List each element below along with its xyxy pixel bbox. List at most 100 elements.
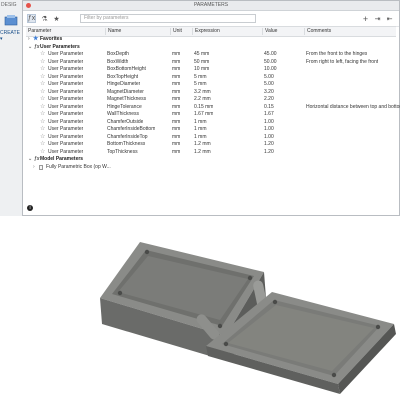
column-parameter[interactable]: Parameter bbox=[26, 28, 51, 35]
favorites-star-icon[interactable]: ★ bbox=[52, 14, 61, 23]
parameter-expression-cell[interactable]: 0.15 mm bbox=[194, 104, 213, 112]
favorite-star-icon[interactable]: ☆ bbox=[40, 134, 45, 142]
table-row[interactable]: ☆ User Parameter MagnetThickness mm 2.2 mm 2.… bbox=[26, 96, 396, 104]
parameter-expression-cell[interactable]: 3.2 mm bbox=[194, 89, 211, 97]
parameter-unit-cell[interactable]: mm bbox=[172, 59, 180, 67]
favorite-star-icon[interactable]: ☆ bbox=[40, 141, 45, 149]
parameter-expression-cell[interactable]: 5 mm bbox=[194, 74, 207, 82]
parameter-expression-cell[interactable]: 50 mm bbox=[194, 59, 209, 67]
create-sketch-icon[interactable] bbox=[4, 14, 18, 26]
column-value[interactable]: Value bbox=[262, 28, 277, 35]
parameter-name-cell[interactable]: BottomThickness bbox=[107, 141, 145, 149]
parameter-name-cell[interactable]: TopThickness bbox=[107, 149, 138, 157]
parameter-unit-cell[interactable]: mm bbox=[172, 111, 180, 119]
parameter-expression-cell[interactable]: 1 mm bbox=[194, 119, 207, 127]
model-viewport[interactable] bbox=[0, 216, 400, 400]
table-row[interactable]: ☆ User Parameter MagnetDiameter mm 3.2 mm 3.2… bbox=[26, 89, 396, 97]
import-icon[interactable]: ⇥ bbox=[373, 14, 382, 23]
model-item-row[interactable]: › Fully Parametric Box (op W... bbox=[26, 164, 396, 172]
favorites-row[interactable]: › ★ Favorites bbox=[26, 36, 396, 44]
parameter-unit-cell[interactable]: mm bbox=[172, 126, 180, 134]
favorite-star-icon[interactable]: ☆ bbox=[40, 111, 45, 119]
parameter-unit-cell[interactable]: mm bbox=[172, 81, 180, 89]
table-row[interactable]: ☆ User Parameter HingeTolerance mm 0.15 mm 0.… bbox=[26, 104, 400, 112]
user-parameters-icon[interactable]: ⚗ bbox=[40, 14, 49, 23]
parameter-name-cell[interactable]: ChamferInsideTop bbox=[107, 134, 148, 142]
favorite-star-icon[interactable]: ☆ bbox=[40, 119, 45, 127]
parameter-name-cell[interactable]: BoxTopHeight bbox=[107, 74, 138, 82]
parameter-expression-cell[interactable]: 1 mm bbox=[194, 126, 207, 134]
table-row[interactable]: ☆ User Parameter ChamferOutside mm 1 mm 1.00 bbox=[26, 119, 396, 127]
column-expression[interactable]: Expression bbox=[192, 28, 220, 35]
chevron-right-icon[interactable]: › bbox=[28, 36, 30, 44]
parameter-unit-cell[interactable]: mm bbox=[172, 74, 180, 82]
chevron-down-icon[interactable]: ⌄ bbox=[28, 156, 32, 164]
parameter-name-cell[interactable]: ChamferOutside bbox=[107, 119, 143, 127]
parameter-unit-cell[interactable]: mm bbox=[172, 96, 180, 104]
column-comments[interactable]: Comments bbox=[304, 28, 331, 35]
parameter-name-cell[interactable]: HingeDiameter bbox=[107, 81, 140, 89]
parameter-name-cell[interactable]: ChamferInsideBottom bbox=[107, 126, 155, 134]
parameter-comment-cell[interactable]: From right to left, facing the front bbox=[306, 59, 378, 67]
favorite-star-icon[interactable]: ☆ bbox=[40, 126, 45, 134]
parameter-comment-cell[interactable]: From the front to the hinges bbox=[306, 51, 367, 59]
parameter-expression-cell[interactable]: 1.67 mm bbox=[194, 111, 213, 119]
parameter-unit-cell[interactable]: mm bbox=[172, 141, 180, 149]
table-row[interactable]: ☆ User Parameter BoxTopHeight mm 5 mm 5.00 bbox=[26, 74, 396, 82]
add-parameter-icon[interactable]: + bbox=[361, 14, 370, 24]
table-row[interactable]: ☆ User Parameter BoxBottomHeight mm 10 mm 10.… bbox=[26, 66, 396, 74]
favorite-star-icon[interactable]: ☆ bbox=[40, 51, 45, 59]
parameter-name-cell[interactable]: BoxDepth bbox=[107, 51, 129, 59]
help-icon[interactable]: i bbox=[27, 205, 33, 211]
parameter-expression-cell[interactable]: 2.2 mm bbox=[194, 96, 211, 104]
parameter-unit-cell[interactable]: mm bbox=[172, 134, 180, 142]
table-row[interactable]: ☆ User Parameter BottomThickness mm 1.2 mm 1.… bbox=[26, 141, 396, 149]
chevron-down-icon[interactable]: ⌄ bbox=[28, 44, 32, 52]
parameter-value-cell: 1.67 bbox=[264, 111, 274, 117]
parameter-unit-cell[interactable]: mm bbox=[172, 104, 180, 112]
parameter-expression-cell[interactable]: 1.2 mm bbox=[194, 149, 211, 157]
chevron-right-icon[interactable]: › bbox=[33, 164, 35, 172]
user-parameters-group[interactable]: ⌄ ƒx User Parameters bbox=[26, 44, 396, 52]
parameter-expression-cell[interactable]: 1.2 mm bbox=[194, 141, 211, 149]
parameter-unit-cell[interactable]: mm bbox=[172, 66, 180, 74]
parameter-name-cell[interactable]: HingeTolerance bbox=[107, 104, 142, 112]
fx-icon: ƒx bbox=[34, 43, 40, 50]
table-row[interactable]: ☆ User Parameter ChamferInsideTop mm 1 mm 1.0… bbox=[26, 134, 396, 142]
parameter-unit-cell[interactable]: mm bbox=[172, 119, 180, 127]
parameter-unit-cell[interactable]: mm bbox=[172, 149, 180, 157]
parameter-expression-cell[interactable]: 1 mm bbox=[194, 134, 207, 142]
search-input[interactable]: Filter by parameters bbox=[80, 14, 256, 23]
export-icon[interactable]: ⇤ bbox=[385, 14, 394, 23]
favorite-star-icon[interactable]: ☆ bbox=[40, 149, 45, 157]
fx-filter-icon[interactable]: ƒx bbox=[27, 14, 36, 23]
favorite-star-icon[interactable]: ☆ bbox=[40, 96, 45, 104]
parameter-name-cell[interactable]: MagnetDiameter bbox=[107, 89, 144, 97]
parameter-name-cell[interactable]: MagnetThickness bbox=[107, 96, 146, 104]
create-menu[interactable]: CREATE ▾ bbox=[0, 30, 22, 42]
table-row[interactable]: ☆ User Parameter HingeDiameter mm 5 mm 5.00 bbox=[26, 81, 396, 89]
favorite-star-icon[interactable]: ☆ bbox=[40, 81, 45, 89]
favorite-star-icon[interactable]: ☆ bbox=[40, 104, 45, 112]
parameter-expression-cell[interactable]: 45 mm bbox=[194, 51, 209, 59]
column-name[interactable]: Name bbox=[105, 28, 121, 35]
parameter-name-cell[interactable]: BoxBottomHeight bbox=[107, 66, 146, 74]
favorite-star-icon[interactable]: ☆ bbox=[40, 89, 45, 97]
table-row[interactable]: ☆ User Parameter BoxWidth mm 50 mm 50.00 From … bbox=[26, 59, 396, 67]
parameter-name-cell[interactable]: WallThickness bbox=[107, 111, 139, 119]
table-row[interactable]: ☆ User Parameter TopThickness mm 1.2 mm 1.20 bbox=[26, 149, 396, 157]
parameter-expression-cell[interactable]: 5 mm bbox=[194, 81, 207, 89]
parameter-comment-cell[interactable]: Horizontal distance between top and bott… bbox=[306, 104, 400, 112]
column-unit[interactable]: Unit bbox=[170, 28, 182, 35]
favorite-star-icon[interactable]: ☆ bbox=[40, 66, 45, 74]
table-row[interactable]: ☆ User Parameter ChamferInsideBottom mm 1 mm… bbox=[26, 126, 396, 134]
table-row[interactable]: ☆ User Parameter BoxDepth mm 45 mm 45.00 From … bbox=[26, 51, 396, 59]
favorite-star-icon[interactable]: ☆ bbox=[40, 74, 45, 82]
parameter-unit-cell[interactable]: mm bbox=[172, 51, 180, 59]
parameter-expression-cell[interactable]: 10 mm bbox=[194, 66, 209, 74]
parameter-name-cell[interactable]: BoxWidth bbox=[107, 59, 128, 67]
parameter-unit-cell[interactable]: mm bbox=[172, 89, 180, 97]
model-parameters-group[interactable]: ⌄ ƒx Model Parameters bbox=[26, 156, 396, 164]
table-row[interactable]: ☆ User Parameter WallThickness mm 1.67 mm 1.6… bbox=[26, 111, 396, 119]
favorite-star-icon[interactable]: ☆ bbox=[40, 59, 45, 67]
